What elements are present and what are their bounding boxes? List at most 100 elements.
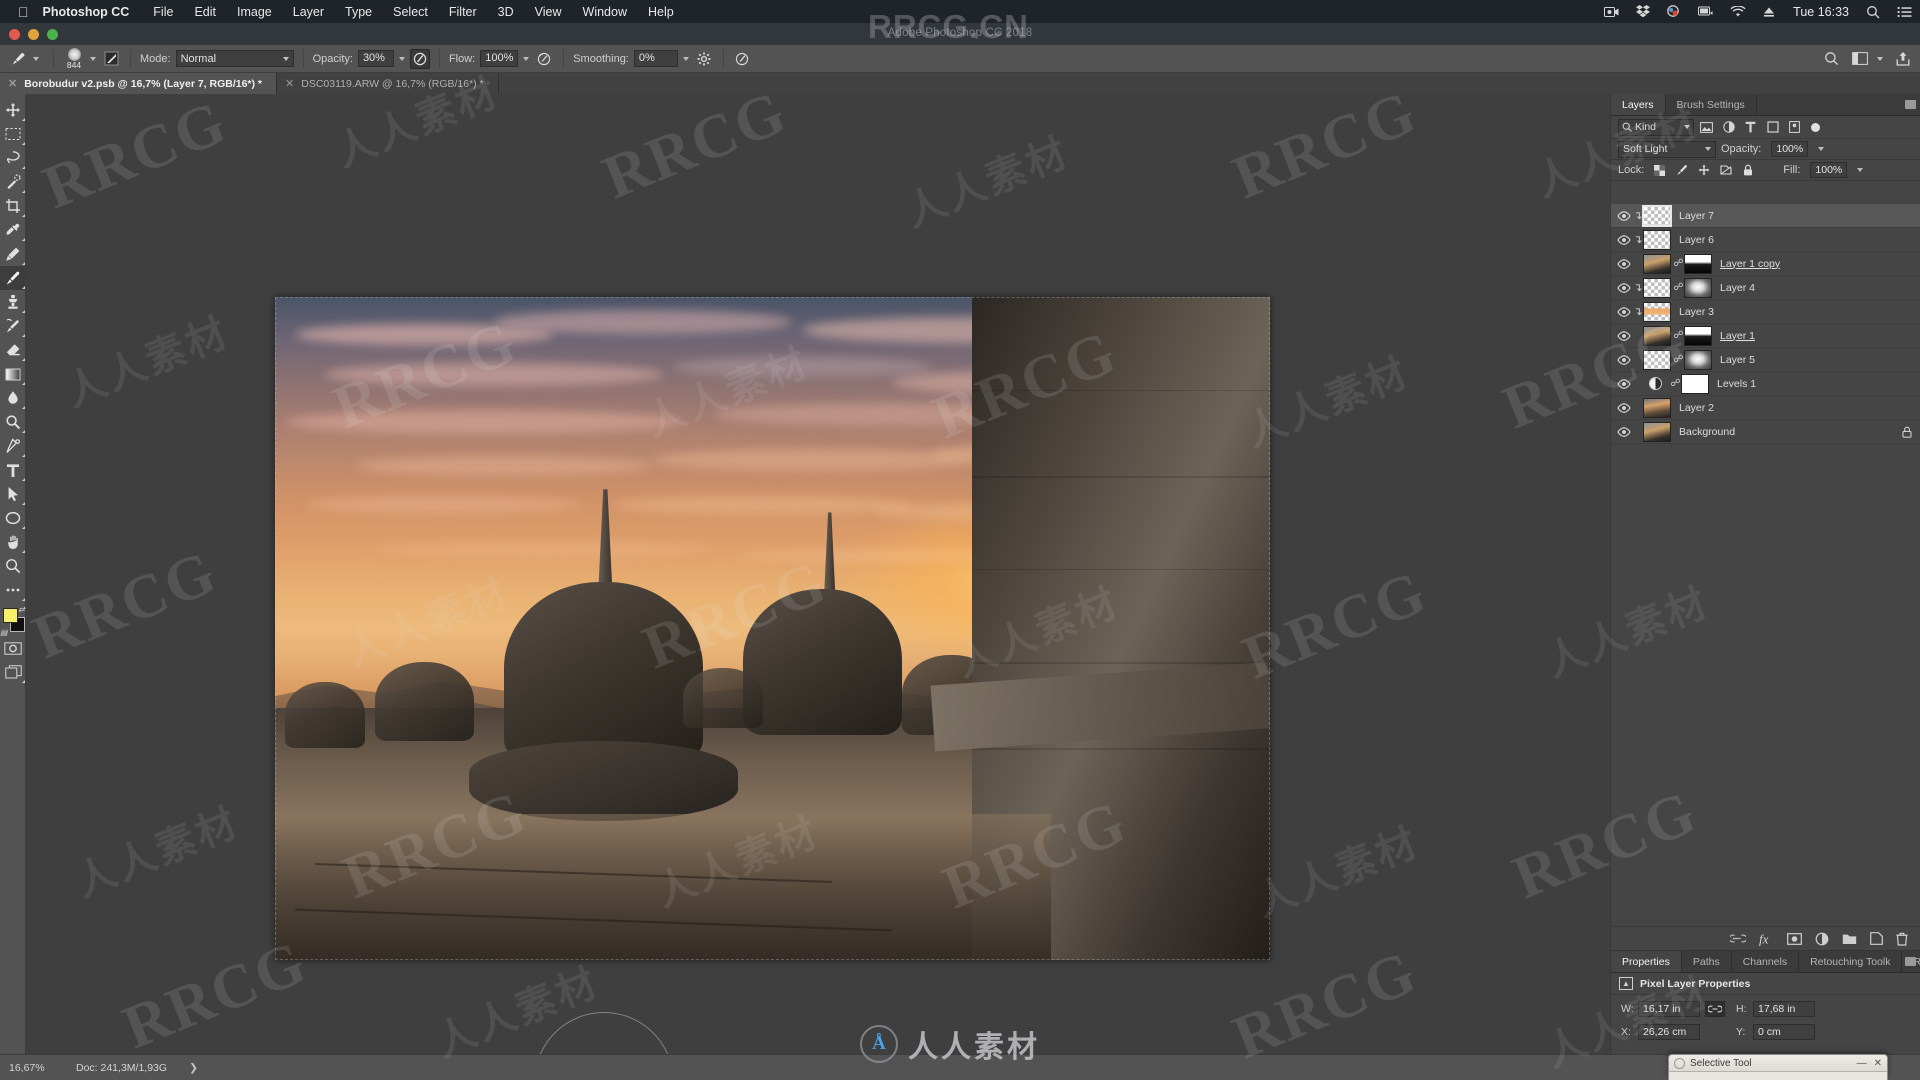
spot-healing-tool[interactable] [0, 242, 26, 266]
tab-paths[interactable]: Paths [1682, 951, 1732, 972]
edit-toolbar-button[interactable] [0, 578, 26, 602]
wifi-icon[interactable] [1730, 5, 1746, 18]
layers-list[interactable]: ↴ Layer 7 ↴ Layer 6 ☍ Layer 1 copy ↴ ☍ L… [1611, 204, 1920, 926]
colorsync-icon[interactable] [1667, 5, 1681, 18]
layer-name[interactable]: Layer 6 [1679, 234, 1714, 246]
display-icon[interactable] [1698, 6, 1713, 18]
tab-brush-settings[interactable]: Brush Settings [1666, 94, 1757, 115]
layer-name[interactable]: Layer 5 [1720, 354, 1755, 366]
filter-shape-icon[interactable] [1763, 118, 1782, 136]
filter-type-icon[interactable] [1741, 118, 1760, 136]
workspace-switcher-icon[interactable] [1852, 52, 1883, 65]
layer-fill-input[interactable]: 100% [1810, 162, 1848, 178]
zoom-level-input[interactable]: 16,67% [0, 1062, 66, 1074]
tablet-pressure-size-icon[interactable] [733, 49, 753, 69]
menu-item-3d[interactable]: 3D [498, 5, 514, 19]
search-icon[interactable] [1824, 51, 1839, 66]
quick-selection-tool[interactable] [0, 170, 26, 194]
layer-row-layer-1[interactable]: ☍ Layer 1 [1611, 324, 1920, 348]
layer-thumbnail[interactable] [1643, 421, 1671, 442]
layer-name[interactable]: Background [1679, 426, 1735, 438]
layer-thumbnail[interactable] [1643, 229, 1671, 250]
lock-position-icon[interactable] [1695, 162, 1712, 179]
tab-retouching-toolkit-1[interactable]: Retouching Toolk [1799, 951, 1903, 972]
path-selection-tool[interactable] [0, 482, 26, 506]
quick-mask-button[interactable] [0, 636, 26, 660]
layer-row-layer-7[interactable]: ↴ Layer 7 [1611, 204, 1920, 228]
menu-item-edit[interactable]: Edit [194, 5, 216, 19]
filter-toggle-switch[interactable] [1811, 122, 1820, 132]
menu-app-name[interactable]: Photoshop CC [43, 5, 130, 19]
filter-adjustment-icon[interactable] [1719, 118, 1738, 136]
brush-tool-preset-caret[interactable] [33, 56, 39, 61]
link-dimensions-icon[interactable] [1705, 1001, 1725, 1017]
airbrush-icon[interactable] [534, 49, 554, 69]
menu-item-filter[interactable]: Filter [449, 5, 477, 19]
menu-item-type[interactable]: Type [345, 5, 372, 19]
new-layer-icon[interactable] [1870, 932, 1883, 945]
layer-row-layer-2[interactable]: Layer 2 [1611, 396, 1920, 420]
close-icon[interactable]: ✕ [8, 77, 17, 90]
menu-item-layer[interactable]: Layer [293, 5, 324, 19]
brush-settings-panel-icon[interactable] [101, 49, 121, 69]
layer-row-layer-4[interactable]: ↴ ☍ Layer 4 [1611, 276, 1920, 300]
filter-pixel-icon[interactable] [1697, 118, 1716, 136]
blur-tool[interactable] [0, 386, 26, 410]
layer-name[interactable]: Layer 7 [1679, 210, 1714, 222]
layer-style-fx-icon[interactable]: fx [1759, 932, 1774, 946]
layer-blend-mode-select[interactable]: Soft Light [1618, 140, 1716, 158]
link-mask-icon[interactable]: ☍ [1670, 378, 1681, 389]
layer-name[interactable]: Layer 1 [1720, 330, 1755, 342]
layer-thumbnail[interactable] [1642, 204, 1672, 227]
add-layer-mask-icon[interactable] [1787, 932, 1802, 945]
smoothing-caret[interactable] [682, 56, 689, 61]
layer-mask-thumbnail[interactable] [1684, 277, 1712, 298]
pressure-opacity-icon[interactable] [409, 48, 430, 69]
link-mask-icon[interactable]: ☍ [1673, 354, 1684, 365]
layer-visibility-toggle[interactable] [1615, 210, 1633, 221]
brush-tool[interactable] [0, 266, 26, 290]
layer-row-layer-3[interactable]: ↴ Layer 3 [1611, 300, 1920, 324]
adjustment-layer-icon[interactable] [1649, 377, 1662, 390]
pen-tool[interactable] [0, 434, 26, 458]
layer-row-levels-1[interactable]: ☍ Levels 1 [1611, 372, 1920, 396]
x-input[interactable]: 26,26 cm [1638, 1024, 1700, 1040]
apple-icon[interactable]:  [18, 5, 29, 19]
eject-icon[interactable] [1763, 6, 1775, 18]
brush-preset-picker-icon[interactable]: 844 [63, 47, 85, 71]
layer-visibility-toggle[interactable] [1615, 234, 1633, 245]
layer-name[interactable]: Layer 4 [1720, 282, 1755, 294]
selective-tool-titlebar[interactable]: Selective Tool — ✕ [1669, 1055, 1887, 1072]
lock-artboard-nesting-icon[interactable] [1717, 162, 1734, 179]
image-canvas[interactable] [275, 297, 1270, 960]
smoothing-options-icon[interactable] [694, 49, 714, 69]
canvas-viewport[interactable] [26, 94, 1610, 1054]
layer-thumbnail[interactable] [1643, 253, 1671, 274]
menu-item-select[interactable]: Select [393, 5, 428, 19]
layer-row-layer-5[interactable]: ☍ Layer 5 [1611, 348, 1920, 372]
layer-thumbnail[interactable] [1643, 277, 1671, 298]
layer-fill-caret[interactable] [1857, 168, 1864, 172]
clone-stamp-tool[interactable] [0, 290, 26, 314]
link-layers-icon[interactable] [1730, 934, 1746, 943]
foreground-color-swatch[interactable] [3, 608, 18, 623]
swap-colors-icon[interactable]: ⇄ [18, 605, 25, 614]
panel-menu-icon[interactable] [1905, 957, 1916, 966]
layer-thumbnail[interactable] [1643, 325, 1671, 346]
eraser-tool[interactable] [0, 338, 26, 362]
crop-tool[interactable] [0, 194, 26, 218]
lock-transparent-pixels-icon[interactable] [1651, 162, 1668, 179]
close-icon[interactable]: ✕ [1874, 1058, 1882, 1069]
layer-row-layer-1-copy[interactable]: ☍ Layer 1 copy [1611, 252, 1920, 276]
layer-name[interactable]: Levels 1 [1717, 378, 1756, 390]
layer-visibility-toggle[interactable] [1615, 402, 1633, 413]
layer-visibility-toggle[interactable] [1615, 426, 1633, 437]
layer-thumbnail[interactable] [1643, 301, 1671, 322]
new-adjustment-layer-icon[interactable] [1815, 932, 1829, 946]
menu-item-file[interactable]: File [153, 5, 173, 19]
layer-thumbnail[interactable] [1643, 349, 1671, 370]
history-brush-tool[interactable] [0, 314, 26, 338]
hand-tool[interactable] [0, 530, 26, 554]
layer-row-background[interactable]: Background [1611, 420, 1920, 444]
menu-item-image[interactable]: Image [237, 5, 272, 19]
